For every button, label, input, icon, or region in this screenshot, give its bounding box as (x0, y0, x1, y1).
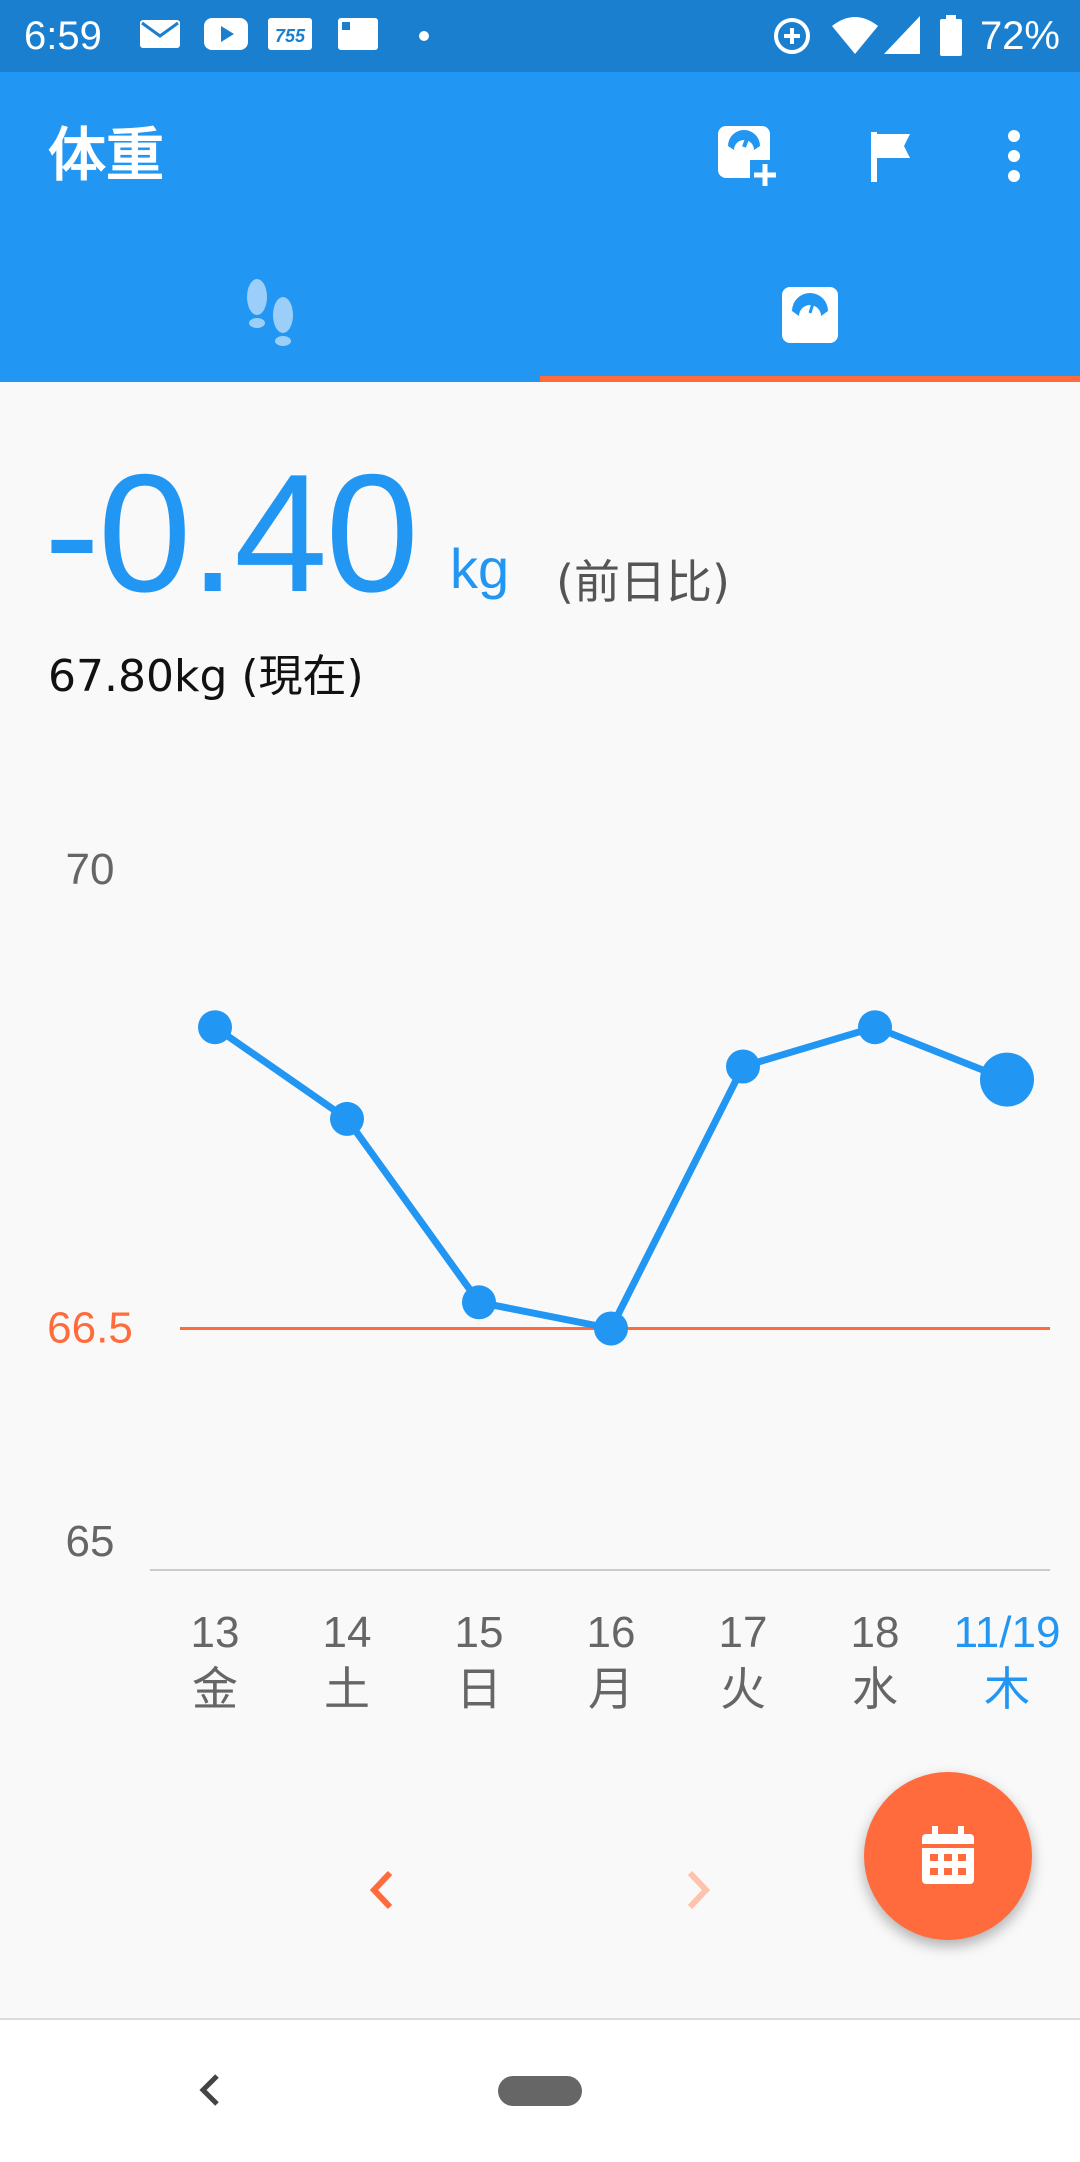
footsteps-icon (247, 279, 293, 346)
app-bar: 体重 (0, 72, 1080, 382)
x-weekday-label: 土 (324, 1662, 370, 1716)
y-tick-label: 65 (66, 1517, 115, 1566)
system-back-button[interactable] (180, 2050, 240, 2130)
battery-percent: 72% (979, 14, 1060, 58)
x-date-label: 18 (851, 1608, 900, 1657)
x-weekday-label: 金 (192, 1662, 238, 1716)
previous-week-button[interactable] (342, 1850, 422, 1930)
x-weekday-label: 日 (456, 1662, 502, 1716)
x-date-label: 11/19 (954, 1608, 1061, 1657)
chevron-left-icon (369, 1870, 393, 1910)
status-time: 6:59 (24, 14, 102, 58)
x-date-label: 14 (323, 1608, 372, 1657)
add-weight-icon (718, 126, 780, 190)
goal-flag-button[interactable] (852, 116, 932, 196)
youtube-icon (204, 18, 248, 50)
weight-chart: 70 66.5 65 13 金 14 土 15 日 16 月 17 火 18 水 11/19 木 (47, 845, 1061, 1716)
data-point[interactable] (462, 1285, 496, 1320)
system-nav-bar (0, 2018, 1080, 2162)
x-date-label: 16 (587, 1608, 636, 1657)
svg-text:755: 755 (275, 26, 306, 46)
data-point[interactable] (198, 1010, 232, 1045)
page-title: 体重 (48, 121, 165, 189)
next-week-button[interactable] (658, 1850, 738, 1930)
weight-diff-value: -0.40 (44, 439, 419, 627)
current-weight: 67.80kg (現在) (48, 651, 364, 702)
weight-diff-note: (前日比) (556, 555, 730, 609)
x-weekday-label: 月 (588, 1662, 634, 1716)
app-755-icon: 755 (268, 18, 312, 50)
data-point[interactable] (858, 1010, 892, 1045)
calendar-icon (922, 1826, 974, 1884)
back-arrow-icon (199, 2074, 219, 2106)
signal-icon (884, 16, 920, 54)
tab-indicator (540, 376, 1080, 382)
x-weekday-label: 木 (984, 1662, 1030, 1716)
y-tick-label: 70 (66, 845, 115, 894)
x-weekday-label: 火 (720, 1662, 766, 1716)
x-weekday-label: 水 (852, 1662, 898, 1716)
x-date-label: 17 (719, 1608, 768, 1657)
wifi-icon (832, 17, 878, 54)
weight-diff-unit: kg (450, 537, 510, 600)
chevron-right-icon (687, 1870, 711, 1910)
dot-icon (419, 31, 429, 41)
data-saver-icon (774, 18, 810, 54)
tab-steps[interactable] (0, 248, 540, 382)
more-vert-icon (1008, 130, 1020, 182)
scale-icon (782, 287, 838, 343)
x-date-label: 15 (455, 1608, 504, 1657)
target-value-label: 66.5 (47, 1304, 133, 1353)
status-bar: 6:59 755 72% (0, 0, 1080, 72)
series-line (213, 1023, 1009, 1332)
calendar-fab[interactable] (864, 1772, 1032, 1940)
data-point[interactable] (330, 1101, 364, 1136)
mail-icon (140, 20, 180, 48)
tab-weight[interactable] (540, 248, 1080, 382)
data-point[interactable] (980, 1052, 1034, 1107)
au-icon (338, 18, 378, 50)
flag-icon (871, 132, 910, 182)
x-date-label: 13 (191, 1608, 240, 1657)
add-weight-button[interactable] (706, 116, 786, 196)
data-point[interactable] (726, 1049, 760, 1084)
data-point[interactable] (594, 1311, 628, 1346)
battery-icon (940, 15, 962, 56)
more-options-button[interactable] (974, 116, 1054, 196)
system-home-pill[interactable] (498, 2076, 582, 2106)
